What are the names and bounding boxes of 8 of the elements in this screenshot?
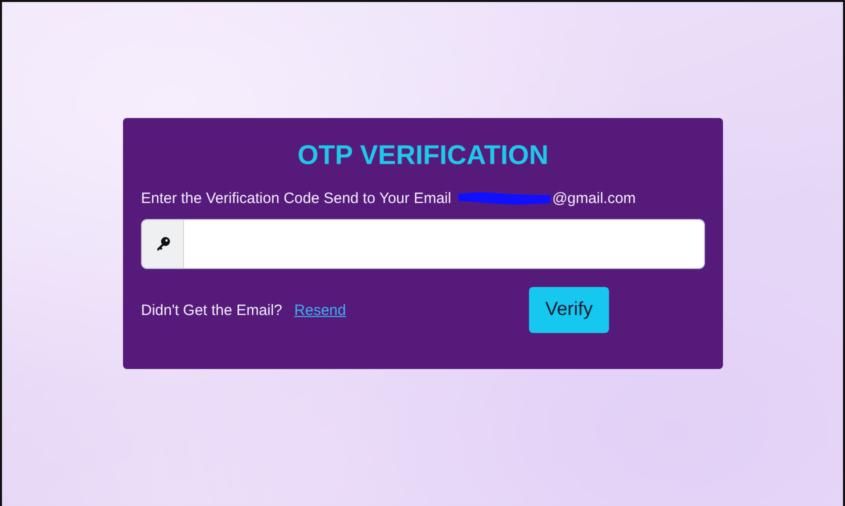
key-icon <box>154 236 170 252</box>
email-address: @gmail.com <box>552 190 636 206</box>
code-input-field[interactable] <box>184 219 705 269</box>
resend-prompt: Didn't Get the Email? <box>141 302 282 318</box>
verify-button[interactable]: Verify <box>528 287 609 333</box>
card-title: OTP VERIFICATION <box>296 139 550 172</box>
resend-link[interactable]: Resend <box>294 302 346 318</box>
prompt-text: Enter the Verification Code Send to Your Email <box>141 190 452 206</box>
